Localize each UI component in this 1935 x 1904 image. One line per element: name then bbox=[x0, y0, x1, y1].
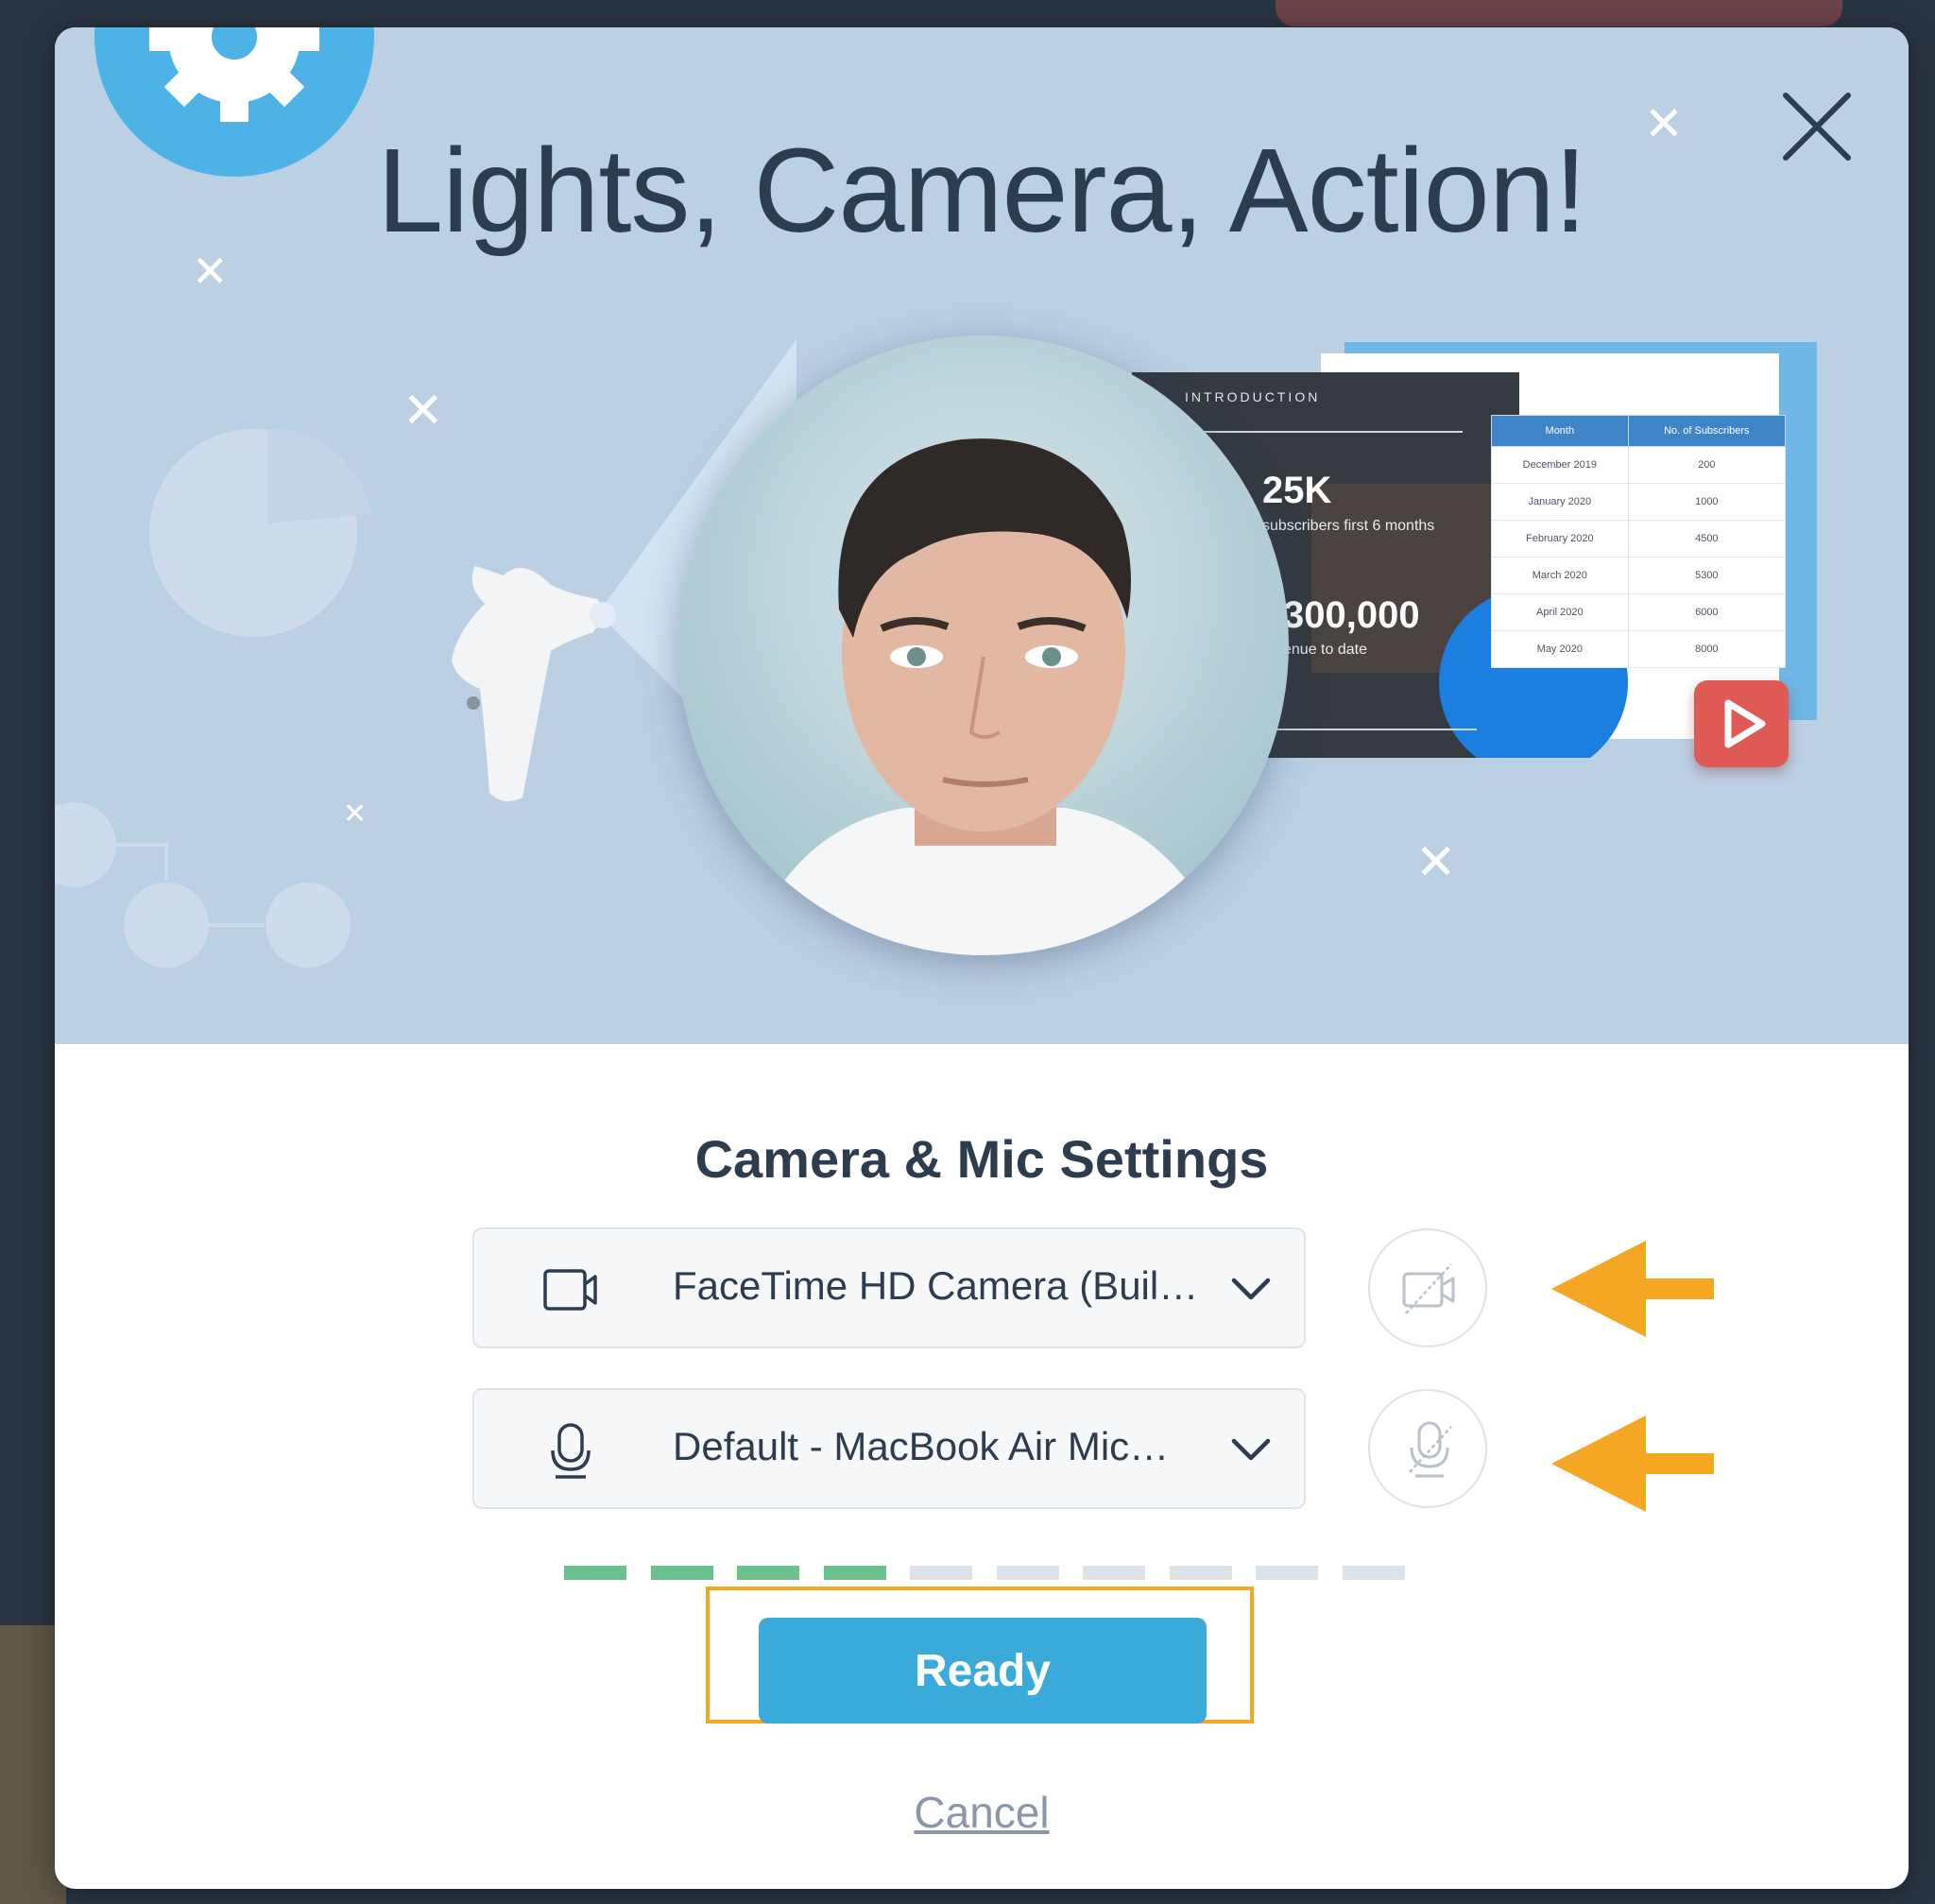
flow-diagram-decoration bbox=[55, 802, 351, 968]
camera-off-icon bbox=[1402, 1263, 1455, 1314]
hero-banner: ✕ ✕ ✕ ✕ ✕ Lights, Camera, Action! INTROD… bbox=[55, 27, 1909, 1044]
table-cell: 200 bbox=[1627, 446, 1787, 484]
table-row: February 2020 4500 bbox=[1491, 520, 1787, 557]
table-cell: 4500 bbox=[1627, 520, 1787, 557]
level-bar bbox=[650, 1566, 713, 1580]
slide-stat: 300,000 bbox=[1283, 594, 1420, 636]
microphone-select-value: Default - MacBook Air Mic… bbox=[673, 1424, 1170, 1468]
video-camera-icon bbox=[543, 1269, 597, 1311]
level-bar bbox=[1083, 1566, 1145, 1580]
microphone-off-icon bbox=[1409, 1421, 1452, 1478]
table-cell: 6000 bbox=[1627, 593, 1787, 631]
pie-chart-decoration bbox=[149, 428, 371, 637]
cancel-link[interactable]: Cancel bbox=[55, 1787, 1909, 1838]
table-cell: April 2020 bbox=[1491, 593, 1629, 631]
pointer-arrow-icon bbox=[1551, 1415, 1714, 1512]
slide-stat: 25K bbox=[1262, 470, 1332, 511]
level-bar bbox=[1342, 1566, 1405, 1580]
modal-title: Lights, Camera, Action! bbox=[377, 124, 1587, 257]
table-cell: February 2020 bbox=[1491, 520, 1629, 557]
slide-stat-caption: enue to date bbox=[1283, 642, 1367, 658]
table-cell: 1000 bbox=[1627, 483, 1787, 521]
table-row: May 2020 8000 bbox=[1491, 630, 1787, 668]
pointer-arrow-icon bbox=[1551, 1241, 1714, 1337]
table-header: Month bbox=[1491, 415, 1629, 447]
backdrop-app-shape bbox=[1276, 0, 1842, 26]
play-icon bbox=[1694, 680, 1789, 767]
settings-heading: Camera & Mic Settings bbox=[694, 1129, 1269, 1189]
chevron-down-icon bbox=[1231, 1278, 1271, 1300]
microphone-select[interactable]: Default - MacBook Air Mic… bbox=[472, 1388, 1306, 1509]
sparkle-x-decoration: ✕ bbox=[402, 384, 444, 438]
ready-button[interactable]: Ready bbox=[759, 1618, 1207, 1724]
table-header: No. of Subscribers bbox=[1627, 415, 1787, 447]
camera-select-value: FaceTime HD Camera (Buil… bbox=[673, 1263, 1199, 1308]
table-cell: May 2020 bbox=[1491, 630, 1629, 668]
sparkle-x-decoration: ✕ bbox=[1415, 835, 1457, 890]
close-icon[interactable] bbox=[1774, 84, 1859, 169]
slide-stat-caption: subscribers first 6 months bbox=[1262, 518, 1435, 534]
webcam-preview bbox=[678, 335, 1289, 955]
slide-data-table: Month No. of Subscribers December 2019 20… bbox=[1491, 415, 1787, 668]
face-illustration bbox=[678, 335, 1289, 955]
level-bar bbox=[1169, 1566, 1232, 1580]
level-bar bbox=[737, 1566, 799, 1580]
sparkle-x-decoration: ✕ bbox=[343, 798, 368, 830]
table-cell: December 2019 bbox=[1491, 446, 1629, 484]
camera-select[interactable]: FaceTime HD Camera (Buil… bbox=[472, 1227, 1306, 1348]
table-cell: January 2020 bbox=[1491, 483, 1629, 521]
table-row: January 2020 1000 bbox=[1491, 483, 1787, 521]
microphone-toggle-button[interactable] bbox=[1368, 1389, 1487, 1508]
camera-setup-modal: ✕ ✕ ✕ ✕ ✕ Lights, Camera, Action! INTROD… bbox=[55, 27, 1909, 1889]
table-cell: 5300 bbox=[1627, 557, 1787, 594]
slide-section-label: INTRODUCTION bbox=[1185, 389, 1321, 404]
table-row: March 2020 5300 bbox=[1491, 557, 1787, 594]
chevron-down-icon bbox=[1231, 1438, 1271, 1461]
table-row: April 2020 6000 bbox=[1491, 593, 1787, 631]
level-bar bbox=[996, 1566, 1059, 1580]
table-row: December 2019 200 bbox=[1491, 446, 1787, 484]
camera-toggle-button[interactable] bbox=[1368, 1228, 1487, 1347]
level-bar bbox=[564, 1566, 626, 1580]
level-bar bbox=[910, 1566, 972, 1580]
level-bar bbox=[823, 1566, 886, 1580]
level-bar bbox=[1256, 1566, 1318, 1580]
table-cell: March 2020 bbox=[1491, 557, 1629, 594]
microphone-icon bbox=[551, 1423, 591, 1479]
table-cell: 8000 bbox=[1627, 630, 1787, 668]
